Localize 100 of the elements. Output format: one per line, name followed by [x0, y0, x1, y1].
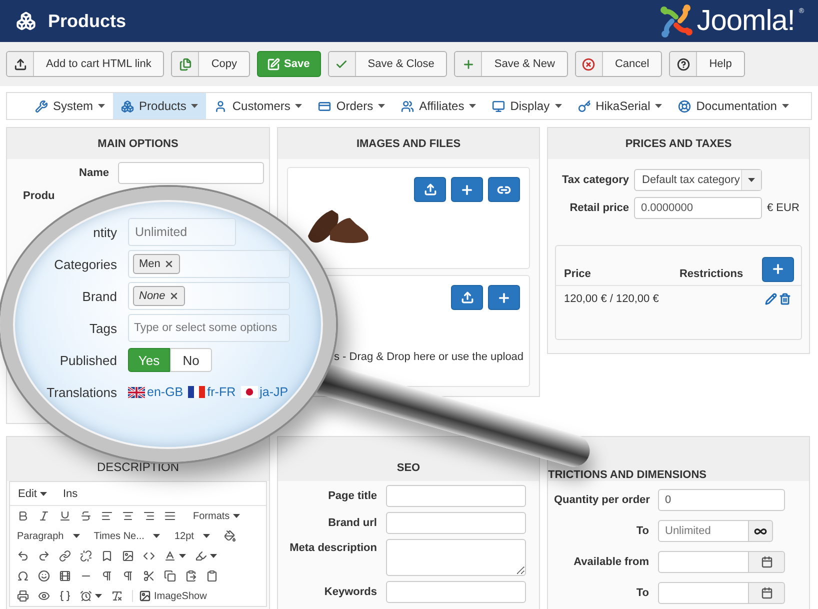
name-input[interactable] — [118, 162, 264, 184]
quantity-input[interactable]: Unlimited — [128, 218, 236, 246]
text-color-icon[interactable] — [164, 550, 176, 562]
pilcrow-icon[interactable] — [101, 570, 113, 582]
redo-icon[interactable] — [38, 550, 50, 562]
imageshow-button[interactable]: ImageShow — [132, 590, 207, 602]
menu-item[interactable]: HikaSerial — [570, 93, 670, 119]
menu-item[interactable]: Display — [484, 93, 570, 119]
upload-button[interactable] — [414, 177, 446, 202]
link-icon[interactable] — [59, 550, 71, 562]
translation-link[interactable]: ja-JP — [240, 385, 288, 399]
editor-select[interactable]: 12pt — [174, 530, 210, 542]
smiley-icon[interactable] — [38, 570, 50, 582]
toolbar-button[interactable]: Help — [669, 51, 745, 77]
lifebuoy-icon — [678, 100, 692, 112]
unlimited-button[interactable] — [749, 520, 773, 542]
caret-icon — [95, 594, 102, 598]
caret-icon — [232, 514, 240, 518]
date-input[interactable] — [658, 582, 749, 604]
remove-icon[interactable] — [164, 259, 174, 269]
retail-price-input[interactable]: 0.0000000 — [634, 197, 762, 219]
toolbar-button[interactable]: Add to cart HTML link — [6, 51, 164, 77]
toolbar-button[interactable]: Save & New — [454, 51, 568, 77]
menu-item[interactable]: Products — [113, 93, 206, 119]
delete-icon[interactable] — [779, 293, 791, 305]
align-center-icon[interactable] — [122, 510, 134, 522]
align-left-icon[interactable] — [101, 510, 113, 522]
meta-description-input[interactable] — [386, 539, 526, 576]
logo-text: Joomla! — [696, 6, 795, 36]
bookmark-icon[interactable] — [101, 550, 113, 562]
alarm-clock-icon[interactable] — [80, 590, 92, 602]
highlight-icon[interactable] — [195, 550, 207, 562]
menu-item[interactable]: Customers — [206, 93, 310, 119]
toolbar-button[interactable]: Cancel — [574, 51, 662, 77]
text-input[interactable] — [386, 485, 526, 507]
code-icon[interactable] — [143, 550, 155, 562]
paint-bucket-icon[interactable] — [224, 530, 236, 542]
print-icon[interactable] — [17, 590, 29, 602]
add-button[interactable] — [451, 177, 483, 202]
plus-icon — [771, 262, 786, 276]
caret-icon — [98, 104, 106, 108]
paste-icon[interactable] — [185, 570, 197, 582]
menu-item[interactable]: Documentation — [670, 93, 797, 119]
users-icon — [401, 100, 414, 112]
editor-select[interactable]: Paragraph — [17, 530, 80, 542]
unlink-icon[interactable] — [80, 550, 92, 562]
flag-icon — [188, 386, 206, 398]
calendar-button[interactable] — [749, 582, 785, 604]
clipboard-icon[interactable] — [206, 570, 218, 582]
key-icon — [578, 100, 591, 112]
clear-formatting-icon[interactable] — [111, 590, 123, 602]
tax-category-select[interactable]: Default tax category — [634, 169, 762, 191]
braces-icon[interactable] — [59, 590, 71, 602]
toolbar-button[interactable]: Save & Close — [328, 51, 448, 77]
upload-button[interactable] — [451, 285, 483, 310]
calendar-button[interactable] — [749, 551, 785, 573]
copy-icon[interactable] — [164, 570, 176, 582]
undo-icon[interactable] — [17, 550, 29, 562]
max-quantity-input[interactable]: Unlimited — [658, 520, 749, 542]
align-justify-icon[interactable] — [164, 510, 176, 522]
preview-icon[interactable] — [38, 590, 50, 602]
brand-field[interactable]: None — [128, 282, 290, 310]
translation-link[interactable]: fr-FR — [188, 385, 236, 399]
menu-item[interactable]: Orders — [310, 93, 394, 119]
pilcrow-icon[interactable] — [122, 570, 134, 582]
media-icon[interactable] — [59, 570, 71, 582]
underline-icon[interactable] — [59, 510, 71, 522]
menu-item[interactable]: System — [27, 93, 114, 119]
strikethrough-icon[interactable] — [80, 510, 92, 522]
image-icon[interactable] — [122, 550, 134, 562]
published-toggle-option[interactable]: No — [170, 348, 212, 372]
edit-icon[interactable] — [765, 293, 777, 305]
add-price-button[interactable] — [762, 256, 794, 282]
quantity-input[interactable]: 0 — [658, 489, 785, 511]
editor-select[interactable]: Times Ne... — [94, 530, 160, 542]
caret-icon — [469, 104, 476, 108]
editor-menu[interactable]: Edit — [18, 488, 47, 500]
link-button[interactable] — [488, 177, 520, 202]
plus-icon — [462, 58, 475, 70]
categories-field[interactable]: Men — [128, 250, 290, 278]
text-input[interactable] — [386, 512, 526, 534]
date-input[interactable] — [658, 551, 749, 573]
remove-icon[interactable] — [169, 291, 180, 301]
tags-input[interactable]: Type or select some options — [128, 314, 290, 342]
add-button[interactable] — [488, 285, 520, 310]
translation-link[interactable]: en-GB — [128, 385, 184, 399]
editor-menu[interactable]: Ins — [62, 488, 78, 500]
italic-icon[interactable] — [38, 510, 50, 522]
image-icon — [139, 590, 151, 602]
menu-item[interactable]: Affiliates — [393, 93, 484, 119]
formats-dropdown[interactable]: Formats — [193, 510, 240, 522]
cut-icon[interactable] — [143, 570, 155, 582]
omega-icon[interactable] — [17, 570, 29, 582]
text-input[interactable] — [386, 581, 526, 603]
field-label: Available from — [572, 556, 649, 568]
align-right-icon[interactable] — [143, 510, 155, 522]
bold-icon[interactable] — [17, 510, 29, 522]
panel-title: IMAGES AND FILES — [356, 138, 461, 150]
user-icon — [214, 100, 228, 112]
toolbar-button[interactable]: Copy — [171, 51, 250, 77]
